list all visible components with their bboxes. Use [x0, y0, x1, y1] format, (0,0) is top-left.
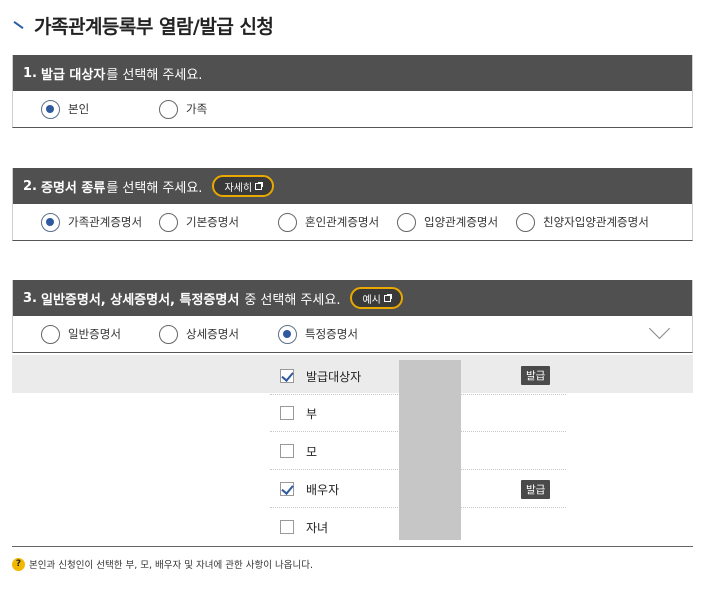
page-title: 가족관계등록부 열람/발급 신청	[12, 10, 274, 40]
checkbox[interactable]	[280, 444, 294, 458]
target-label: 배우자	[306, 482, 340, 497]
details-button-label: 자세히	[224, 182, 253, 194]
radio-label: 기본증명서	[186, 215, 239, 229]
radio-circle[interactable]	[278, 212, 297, 232]
radio-option-general[interactable]: 일반증명서	[41, 324, 121, 344]
section-heading-rest: 를 선택해 주세요.	[106, 180, 203, 196]
radio-circle[interactable]	[41, 212, 60, 232]
section-cert-type-header: 2. 증명서 종류 를 선택해 주세요. 자세히	[13, 168, 692, 204]
radio-label: 친양자입양관계증명서	[543, 215, 649, 229]
radio-label: 입양관계증명서	[424, 215, 499, 229]
radio-label: 일반증명서	[68, 327, 121, 341]
example-button-label: 예시	[362, 294, 381, 306]
checkbox[interactable]	[280, 520, 294, 534]
section-cert-scope: 3. 일반증명서, 상세증명서, 특정증명서 중 선택해 주세요. 예시 일반증…	[12, 280, 693, 353]
target-label: 모	[306, 444, 318, 459]
radio-label: 가족관계증명서	[68, 215, 143, 229]
section-heading-rest: 중 선택해 주세요.	[244, 292, 341, 308]
help-note-text: 본인과 신청인이 선택한 부, 모, 배우자 및 자녀에 관한 사항이 나옵니다…	[29, 560, 313, 571]
panel-bottom-border	[12, 546, 693, 547]
radio-circle[interactable]	[159, 99, 178, 119]
section-heading-bold: 증명서 종류	[40, 180, 106, 196]
checkbox[interactable]	[280, 406, 294, 420]
specific-targets-panel: 발급대상자 부 모 배우자 자녀 발급 발급	[12, 355, 693, 548]
external-link-icon	[383, 293, 392, 302]
radio-circle[interactable]	[41, 324, 60, 344]
radio-label: 본인	[68, 102, 90, 116]
radio-option-family-relation[interactable]: 가족관계증명서	[41, 212, 142, 232]
radio-circle[interactable]	[516, 212, 535, 232]
section-target: 1. 발급 대상자 를 선택해 주세요. 본인 가족	[12, 55, 693, 128]
title-marker-icon	[12, 18, 26, 32]
checkbox[interactable]	[280, 482, 294, 496]
details-button[interactable]: 자세히	[212, 175, 275, 197]
radio-circle[interactable]	[159, 212, 178, 232]
radio-option-family[interactable]: 가족	[159, 99, 207, 119]
section-number: 1.	[23, 65, 37, 81]
radio-option-marriage[interactable]: 혼인관계증명서	[278, 212, 379, 232]
radio-option-full-adoption[interactable]: 친양자입양관계증명서	[516, 212, 649, 232]
radio-label: 혼인관계증명서	[305, 215, 380, 229]
redacted-name-block	[399, 360, 461, 540]
section-cert-scope-header: 3. 일반증명서, 상세증명서, 특정증명서 중 선택해 주세요. 예시	[13, 280, 692, 316]
help-note: ? 본인과 신청인이 선택한 부, 모, 배우자 및 자녀에 관한 사항이 나옵…	[12, 557, 313, 571]
issue-badge: 발급	[521, 366, 551, 385]
radio-option-adoption[interactable]: 입양관계증명서	[397, 212, 498, 232]
radio-option-specific[interactable]: 특정증명서	[278, 324, 358, 344]
radio-circle[interactable]	[397, 212, 416, 232]
radio-circle[interactable]	[159, 324, 178, 344]
radio-label: 특정증명서	[305, 327, 358, 341]
example-button[interactable]: 예시	[350, 287, 403, 309]
radio-label: 상세증명서	[186, 327, 239, 341]
target-label: 발급대상자	[306, 369, 362, 384]
radio-label: 가족	[186, 102, 208, 116]
section-target-header: 1. 발급 대상자 를 선택해 주세요.	[13, 55, 692, 91]
section-heading-bold: 일반증명서, 상세증명서, 특정증명서	[40, 292, 240, 308]
page-title-text: 가족관계등록부 열람/발급 신청	[34, 15, 274, 38]
target-label: 자녀	[306, 520, 329, 535]
target-options: 본인 가족	[13, 91, 692, 127]
question-icon: ?	[12, 557, 25, 571]
radio-option-self[interactable]: 본인	[41, 99, 89, 119]
cert-type-options: 가족관계증명서 기본증명서 혼인관계증명서 입양관계증명서 친양자입양관계증명서	[13, 204, 692, 240]
section-heading-bold: 발급 대상자	[40, 67, 106, 83]
cert-scope-options: 일반증명서 상세증명서 특정증명서	[13, 316, 692, 352]
checkbox[interactable]	[280, 369, 294, 383]
issue-badge: 발급	[521, 480, 551, 499]
section-cert-type: 2. 증명서 종류 를 선택해 주세요. 자세히 가족관계증명서 기본증명서 혼…	[12, 168, 693, 241]
section-number: 3.	[23, 290, 37, 306]
chevron-down-icon[interactable]	[652, 325, 668, 341]
target-label: 부	[306, 406, 318, 421]
radio-option-detailed[interactable]: 상세증명서	[159, 324, 239, 344]
section-number: 2.	[23, 178, 37, 194]
radio-option-basic[interactable]: 기본증명서	[159, 212, 239, 232]
radio-circle[interactable]	[41, 99, 60, 119]
radio-circle[interactable]	[278, 324, 297, 344]
section-heading-rest: 를 선택해 주세요.	[106, 67, 203, 83]
external-link-icon	[255, 181, 264, 190]
